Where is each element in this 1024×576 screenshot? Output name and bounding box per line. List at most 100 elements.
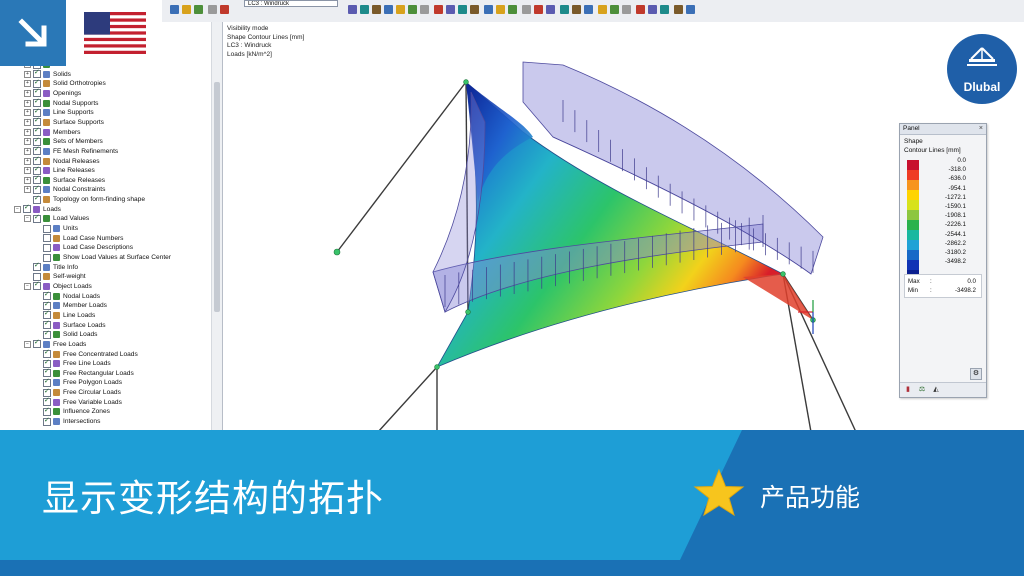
tree-item-icon: [43, 176, 50, 184]
tree-checkbox[interactable]: [43, 253, 51, 262]
toolbar-button[interactable]: [170, 5, 179, 14]
toolbar-button[interactable]: [220, 5, 229, 14]
toolbar-button[interactable]: [182, 5, 191, 14]
dlubal-logo[interactable]: Dlubal: [947, 34, 1017, 104]
tree-item-label: Surface Supports: [53, 118, 104, 126]
toolbar-button[interactable]: [360, 5, 369, 14]
tree-item[interactable]: Intersections: [34, 416, 100, 426]
sidebar-scroll-thumb[interactable]: [214, 82, 220, 312]
toolbar-button[interactable]: [458, 5, 467, 14]
tree-checkbox[interactable]: [33, 213, 41, 223]
tree-checkbox[interactable]: [33, 280, 41, 291]
tree-item[interactable]: Show Load Values at Surface Center: [34, 253, 171, 262]
toolbar-button[interactable]: [686, 5, 695, 14]
tree-item[interactable]: + Solids: [24, 68, 71, 79]
tree-expander[interactable]: +: [24, 80, 31, 88]
tree-item[interactable]: + Openings: [24, 87, 81, 98]
toolbar-button[interactable]: [560, 5, 569, 14]
toolbar-button[interactable]: [408, 5, 417, 14]
tree-expander[interactable]: +: [24, 147, 31, 155]
toolbar-button[interactable]: [396, 5, 405, 14]
tree-expander[interactable]: +: [24, 70, 31, 78]
tree-expander[interactable]: +: [24, 167, 31, 175]
toolbar-button[interactable]: [348, 5, 357, 14]
tree-expander[interactable]: +: [24, 186, 31, 194]
toolbar-button[interactable]: [522, 5, 531, 14]
tree-checkbox[interactable]: [33, 194, 41, 204]
toolbar-button[interactable]: [660, 5, 669, 14]
tree-item[interactable]: Topology on form-finding shape: [24, 194, 146, 204]
us-flag-icon[interactable]: [84, 12, 146, 54]
tree-expander[interactable]: −: [24, 340, 31, 348]
corner-arrow-tile: [0, 0, 66, 66]
tree-item-label: Topology on form-finding shape: [53, 196, 146, 204]
toolbar-button[interactable]: [508, 5, 517, 14]
tree-item[interactable]: − Load Values: [24, 213, 89, 223]
banner-category: 产品功能: [760, 484, 861, 512]
project-navigator: +Surfaces+Solids+Solid Orthotropies+Open…: [0, 22, 223, 432]
toolbar-button[interactable]: [372, 5, 381, 14]
tree-expander[interactable]: −: [24, 215, 31, 223]
tree-expander[interactable]: +: [24, 157, 31, 165]
tree-item[interactable]: + Members: [24, 126, 81, 137]
close-icon[interactable]: ×: [979, 124, 983, 134]
tree-expander[interactable]: +: [24, 176, 31, 184]
tree-expander[interactable]: −: [24, 282, 31, 290]
tree-expander[interactable]: +: [24, 89, 31, 97]
toolbar-button[interactable]: [484, 5, 493, 14]
tree-expander[interactable]: +: [24, 128, 31, 136]
toolbar-button[interactable]: [622, 5, 631, 14]
toolbar-button[interactable]: [446, 5, 455, 14]
tree-item[interactable]: Load Case Numbers: [34, 234, 123, 243]
tree-expander[interactable]: +: [24, 138, 31, 146]
toolbar-button[interactable]: [674, 5, 683, 14]
sidebar-scrollbar[interactable]: [211, 22, 222, 432]
tree-checkbox[interactable]: [23, 203, 31, 214]
tree-item[interactable]: Load Case Descriptions: [34, 243, 133, 252]
tree-item[interactable]: Title Info: [24, 261, 78, 272]
tree-item-icon: [43, 128, 50, 136]
toolbar-button[interactable]: [648, 5, 657, 14]
tree-item[interactable]: Solid Loads: [34, 329, 97, 339]
toolbar-button[interactable]: [434, 5, 443, 14]
toolbar-button[interactable]: [610, 5, 619, 14]
toolbar-button[interactable]: [496, 5, 505, 14]
tree-item[interactable]: − Object Loads: [24, 280, 92, 291]
toolbar-button[interactable]: [194, 5, 203, 14]
toolbar-button[interactable]: [546, 5, 555, 14]
toolbar-button[interactable]: [598, 5, 607, 14]
tree-item[interactable]: Units: [34, 224, 78, 233]
toolbar-button[interactable]: [572, 5, 581, 14]
tree-checkbox[interactable]: [43, 234, 51, 243]
toolbar-button[interactable]: [584, 5, 593, 14]
toolbar-button[interactable]: [470, 5, 479, 14]
toolbar-button[interactable]: [384, 5, 393, 14]
panel-settings-icon[interactable]: ⚙: [970, 368, 982, 380]
color-bar-icon[interactable]: ▮: [904, 386, 912, 394]
tree-checkbox[interactable]: [33, 261, 41, 272]
tree-checkbox[interactable]: [43, 329, 51, 339]
color-scale[interactable]: [907, 160, 919, 280]
toolbar-button[interactable]: [534, 5, 543, 14]
toolbar-button[interactable]: [420, 5, 429, 14]
scale-icon[interactable]: ⚖: [918, 386, 926, 394]
banner-title: 显示变形结构的拓扑: [42, 478, 384, 519]
tree-expander[interactable]: +: [24, 99, 31, 107]
toolbar-button[interactable]: [636, 5, 645, 14]
load-case-select[interactable]: LC3 : Windruck: [244, 0, 338, 7]
tree-checkbox[interactable]: [43, 243, 51, 252]
tree-item[interactable]: − Free Loads: [24, 338, 86, 349]
tree-checkbox[interactable]: [43, 224, 51, 233]
tree-item-label: Members: [53, 128, 81, 136]
tree-item-icon: [53, 292, 60, 300]
tree-expander[interactable]: +: [24, 118, 31, 126]
tree-checkbox[interactable]: [43, 416, 51, 426]
tree-checkbox[interactable]: [33, 338, 41, 349]
tree-expander[interactable]: +: [24, 109, 31, 117]
toolbar-button[interactable]: [208, 5, 217, 14]
tree-item-label: Surface Loads: [63, 321, 106, 329]
tree-expander[interactable]: −: [14, 205, 21, 213]
filter-icon[interactable]: ◭: [932, 386, 940, 394]
